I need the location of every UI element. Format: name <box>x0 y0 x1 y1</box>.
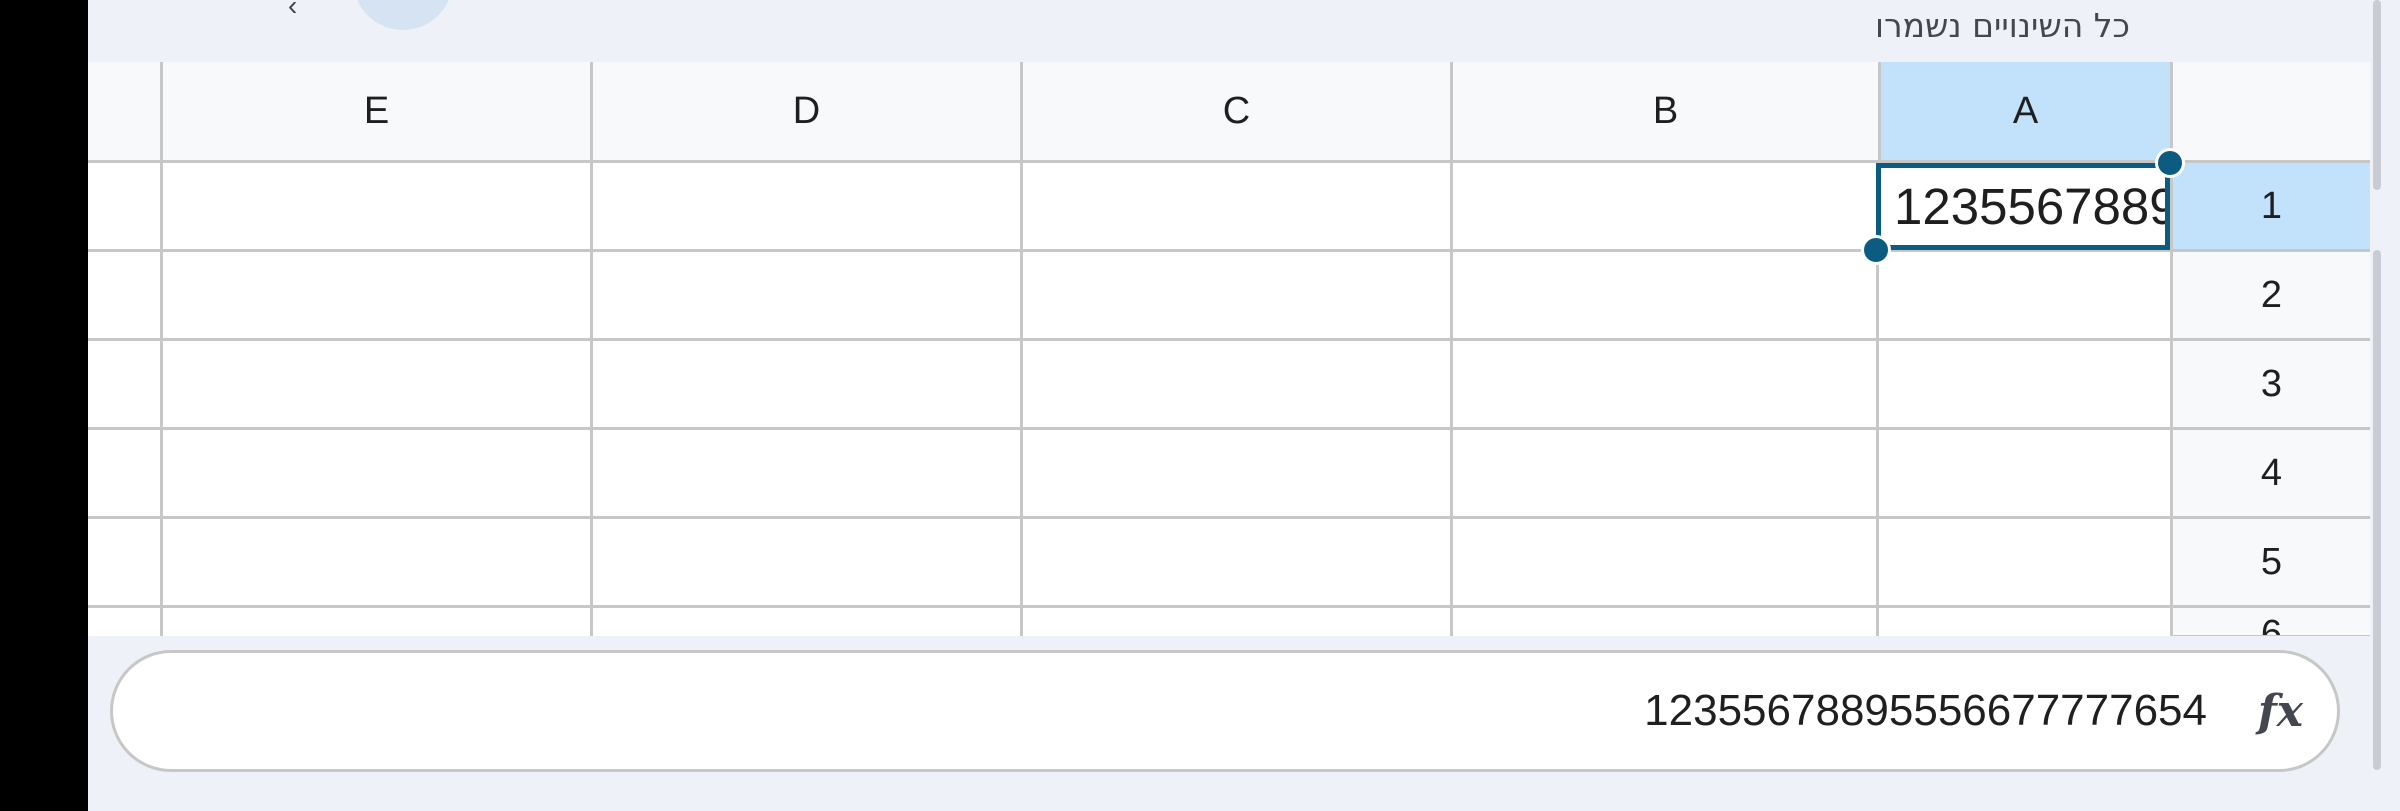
row-header-4[interactable]: 4 <box>2170 430 2370 519</box>
fx-icon[interactable]: fx <box>2258 653 2303 769</box>
scrollbar-bottom[interactable] <box>2373 250 2381 770</box>
formula-input[interactable]: 12355678895556677777654 fx <box>110 650 2340 772</box>
grid-line <box>88 516 2170 519</box>
grid-line <box>88 249 2170 252</box>
column-header-d[interactable]: D <box>590 62 1020 160</box>
selection-handle-bottom-left[interactable] <box>1861 235 1891 265</box>
active-cell-selection <box>1876 163 2170 250</box>
grid-line <box>88 605 2170 608</box>
back-arrow-icon[interactable]: ‹ <box>288 0 297 22</box>
row-header-6[interactable]: 6 <box>2170 608 2370 636</box>
grid-line <box>1450 160 1453 636</box>
grid-line <box>88 427 2170 430</box>
grid-line <box>590 160 593 636</box>
row-header-1[interactable]: 1 <box>2170 163 2370 252</box>
formula-value: 12355678895556677777654 <box>1644 686 2207 735</box>
grid-line <box>1020 160 1023 636</box>
spreadsheet-app: ‹ כל השינויים נשמרו E D C B A 1 2 3 4 5 … <box>88 0 2370 811</box>
selection-handle-top-right[interactable] <box>2155 148 2185 178</box>
row-header-3[interactable]: 3 <box>2170 341 2370 430</box>
left-edge <box>0 0 88 811</box>
sheet-grid[interactable]: E D C B A 1 2 3 4 5 6 123556788955566777… <box>88 62 2370 636</box>
grid-line <box>160 160 163 636</box>
column-header-c[interactable]: C <box>1020 62 1450 160</box>
column-header-e[interactable]: E <box>160 62 590 160</box>
column-header-row: E D C B A <box>88 62 2370 163</box>
scrollbar-top[interactable] <box>2373 0 2381 190</box>
row-header-5[interactable]: 5 <box>2170 519 2370 608</box>
select-all-corner[interactable] <box>2170 62 2370 160</box>
toolbar-round-button[interactable] <box>353 0 453 30</box>
formula-bar: 12355678895556677777654 fx <box>88 636 2370 811</box>
row-header-2[interactable]: 2 <box>2170 252 2370 341</box>
save-status-text: כל השינויים נשמרו <box>1875 6 2130 45</box>
column-header-b[interactable]: B <box>1450 62 1878 160</box>
column-header-partial[interactable] <box>88 62 160 160</box>
grid-line <box>88 338 2170 341</box>
column-header-a[interactable]: A <box>1878 62 2170 160</box>
